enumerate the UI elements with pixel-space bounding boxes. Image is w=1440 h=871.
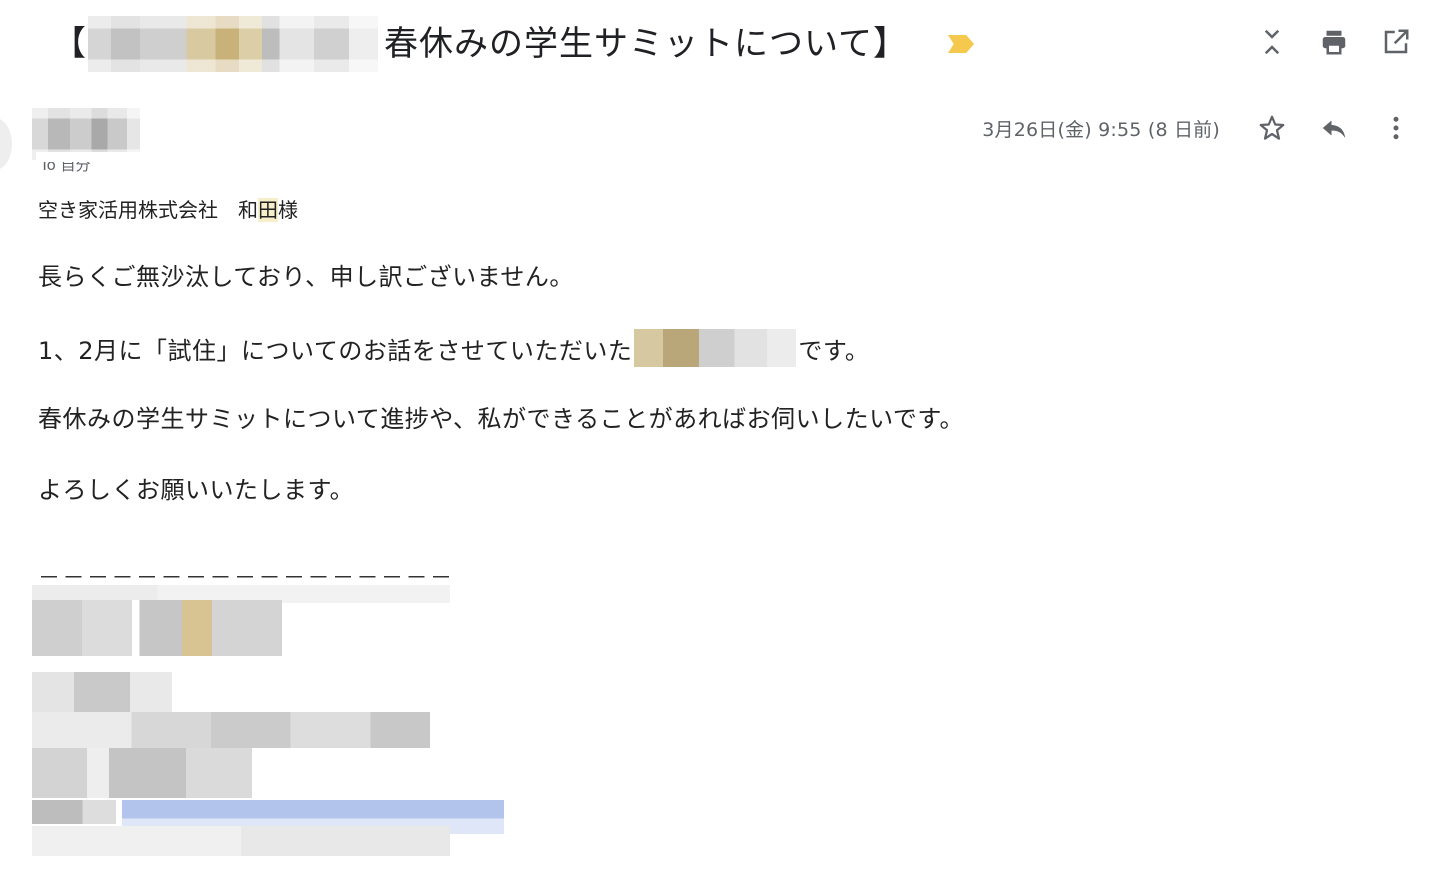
- open-in-new-window-icon[interactable]: [1380, 26, 1412, 58]
- redacted-signature-name: [32, 600, 282, 656]
- recipient-details-toggle[interactable]: To 自分: [36, 152, 140, 172]
- body-paragraph-2: 1、2月に「試住」についてのお話をさせていただいた です。: [38, 329, 869, 367]
- addressee-name-highlight: 田: [258, 198, 278, 222]
- email-subject: 【 春休みの学生サミットについて】: [52, 14, 974, 74]
- redacted-inline-name: [634, 329, 797, 367]
- redacted-subject-prefix: [88, 16, 378, 72]
- redacted-signature-footer: [32, 826, 450, 856]
- expand-collapse-icon[interactable]: [1256, 26, 1288, 58]
- body-paragraph-4: よろしくお願いいたします。: [38, 476, 355, 504]
- sender-avatar[interactable]: [0, 118, 12, 170]
- addressee-name-part1: 和: [238, 198, 258, 222]
- addressee-company: 空き家活用株式会社: [38, 198, 218, 222]
- label-important-icon[interactable]: [947, 35, 974, 53]
- message-date: 3月26日(金) 9:55 (8 日前): [982, 118, 1220, 141]
- redacted-signature-phone: [32, 748, 252, 798]
- thread-toolbar: [1256, 26, 1412, 58]
- redacted-signature-org: [32, 672, 172, 712]
- reply-icon[interactable]: [1318, 112, 1350, 144]
- recipient-hint: To 自分: [40, 156, 91, 172]
- body-paragraph-2-start: 1、2月に「試住」についてのお話をさせていただいた: [38, 336, 633, 365]
- more-vert-icon[interactable]: [1380, 112, 1412, 144]
- addressee-name-part2: 様: [278, 198, 298, 222]
- body-paragraph-2-end: です。: [798, 336, 870, 365]
- subject-title: 春休みの学生サミットについて】: [384, 24, 908, 64]
- body-paragraph-3: 春休みの学生サミットについて進捗や、私ができることがあればお伺いしたいです。: [38, 405, 964, 433]
- subject-open-bracket: 【: [52, 24, 86, 64]
- message-meta: 3月26日(金) 9:55 (8 日前): [982, 112, 1412, 144]
- redacted-signature-label: [32, 800, 116, 824]
- print-icon[interactable]: [1318, 26, 1350, 58]
- body-paragraph-1: 長らくご無沙汰しており、申し訳ございません。: [38, 263, 574, 291]
- addressee-line: 空き家活用株式会社 和田様: [38, 194, 298, 223]
- redacted-signature-address: [32, 712, 430, 748]
- star-icon[interactable]: [1256, 112, 1288, 144]
